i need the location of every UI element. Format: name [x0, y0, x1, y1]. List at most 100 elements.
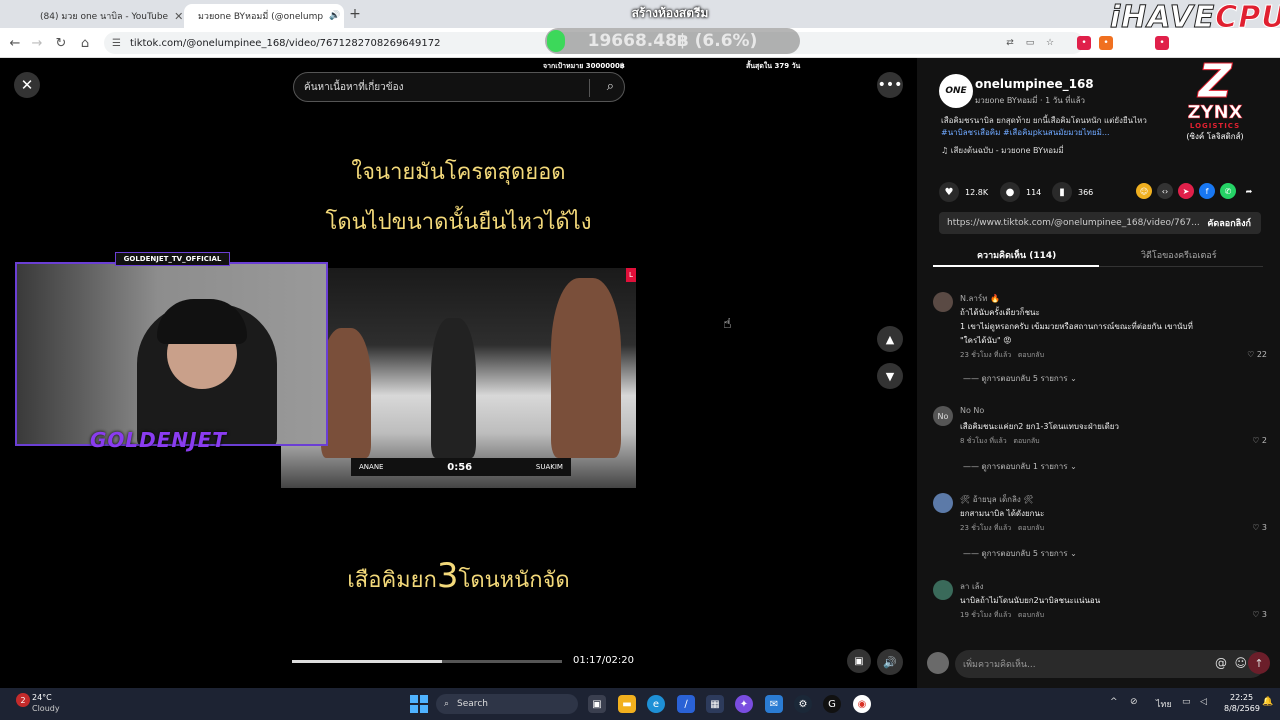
view-replies-button[interactable]: —— ดูการตอบกลับ 5 รายการ ⌄ [963, 372, 1077, 385]
app-g-icon[interactable]: G [823, 695, 841, 713]
new-tab-button[interactable]: + [346, 5, 364, 23]
comment-like[interactable]: ♡ 2 [1252, 436, 1267, 445]
video-caption-3: เสือคิมยก3โดนหนักจัด [281, 556, 636, 597]
save-button[interactable]: ▮ 366 [1052, 182, 1093, 202]
close-tab-icon[interactable]: ✕ [174, 10, 183, 23]
related-search-input[interactable]: ค้นหาเนื้อหาที่เกี่ยวข้อง ⌕ [293, 72, 625, 102]
facebook-icon[interactable]: f [1199, 183, 1215, 199]
home-icon[interactable]: ⌂ [76, 34, 94, 52]
author-avatar[interactable]: ONE [939, 74, 973, 108]
store-icon[interactable]: ▦ [706, 695, 724, 713]
comment-avatar[interactable] [933, 493, 953, 513]
more-options-icon[interactable]: ••• [877, 72, 903, 98]
reply-button[interactable]: ตอบกลับ [1018, 351, 1044, 359]
comment-like[interactable]: ♡ 22 [1247, 350, 1267, 359]
comment-avatar[interactable] [933, 580, 953, 600]
comment-user[interactable]: N.ลาร์ท 🔥 [960, 292, 1000, 305]
video-caption-2: โดนไปขนาดนั้นยืนไหวได้ไง [325, 210, 592, 235]
notifications-icon[interactable]: 🔔 [1262, 697, 1273, 707]
tab-comments[interactable]: ความคิดเห็น (114) [977, 248, 1056, 262]
share-icon[interactable]: ➦ [1241, 183, 1257, 199]
bookmark-star-icon[interactable]: ☆ [1043, 36, 1057, 50]
wifi-icon[interactable]: ▭ [1182, 697, 1191, 707]
tray-overflow-icon[interactable]: ^ [1110, 697, 1118, 707]
comment-like[interactable]: ♡ 3 [1252, 523, 1267, 532]
reply-button[interactable]: ตอบกลับ [1018, 524, 1044, 532]
forward-icon[interactable]: → [28, 34, 46, 52]
weather-description[interactable]: Cloudy [32, 704, 60, 713]
site-info-icon[interactable]: ☰ [112, 38, 121, 49]
video-player[interactable]: จากเป้าหมาย 3000000฿ ค้นหาเนื้อหาที่เกี่… [281, 60, 636, 688]
reply-button[interactable]: ตอบกลับ [1018, 611, 1044, 619]
video-progress-bar[interactable] [292, 660, 562, 663]
comment-like[interactable]: ♡ 3 [1252, 610, 1267, 619]
tab-active-indicator [933, 265, 1099, 267]
my-avatar[interactable] [927, 652, 949, 674]
weather-badge[interactable]: 2 [16, 693, 30, 707]
floating-player-icon[interactable]: ▣ [847, 649, 871, 673]
view-replies-button[interactable]: —— ดูการตอบกลับ 5 รายการ ⌄ [963, 547, 1077, 560]
coin-icon[interactable]: ☺ [1136, 183, 1152, 199]
reload-icon[interactable]: ↻ [52, 34, 70, 52]
comment-item: 🛠 อ้ายบุล เด็กลิง 🛠 ยกสามนาบิล ได้ดังยกน… [933, 493, 1273, 563]
sponsor-mark: Z [1198, 54, 1232, 108]
comment-user[interactable]: ลา เล้ง [960, 580, 983, 593]
comment-user[interactable]: 🛠 อ้ายบุล เด็กลิง 🛠 [960, 493, 1034, 506]
next-video-button[interactable]: ▼ [877, 363, 903, 389]
emoji-icon[interactable]: ☺ [1234, 656, 1247, 670]
extension-icon[interactable]: • [1077, 36, 1091, 50]
bookmark-icon: ▮ [1052, 182, 1072, 202]
post-comment-button[interactable]: ↑ [1248, 652, 1270, 674]
comment-count: 114 [1026, 187, 1042, 197]
start-button[interactable] [410, 695, 428, 713]
task-view-icon[interactable]: ▣ [588, 695, 606, 713]
mention-icon[interactable]: @ [1215, 656, 1227, 670]
clock-date[interactable]: 8/8/2569 [1224, 704, 1260, 713]
translate-icon[interactable]: ⇄ [1003, 36, 1017, 50]
search-icon[interactable]: ⌕ [607, 79, 614, 94]
edge-icon[interactable]: e [647, 695, 665, 713]
chrome-icon[interactable]: ◉ [853, 695, 871, 713]
tab-audio-icon[interactable]: 🔊 [329, 11, 340, 21]
app-icon[interactable]: ∕ [677, 695, 695, 713]
music-link[interactable]: ♫ เสียงต้นฉบับ - มวยone BYหอมมี่ [941, 144, 1064, 157]
file-explorer-icon[interactable]: ▬ [618, 695, 636, 713]
scorebug-left-name: ANANE [359, 463, 384, 471]
previous-video-button[interactable]: ▲ [877, 326, 903, 352]
comment-input[interactable]: เพิ่มความคิดเห็น... @ ☺ [955, 650, 1265, 678]
reply-button[interactable]: ตอบกลับ [1013, 437, 1039, 445]
caption-3-num: 3 [436, 556, 459, 596]
weather-temperature[interactable]: 24°C [32, 693, 52, 702]
cast-icon[interactable]: ▭ [1023, 36, 1037, 50]
whatsapp-icon[interactable]: ✆ [1220, 183, 1236, 199]
tab-creator-videos[interactable]: วิดีโอของครีเอเตอร์ [1141, 248, 1217, 262]
comment-meta: 8 ชั่วโมง ที่แล้ว ตอบกลับ [960, 436, 1040, 447]
copilot-icon[interactable]: ✦ [735, 695, 753, 713]
taskbar-search[interactable]: ⌕ Search [436, 694, 578, 714]
speaker-icon[interactable]: ◁ [1200, 697, 1207, 707]
network-off-icon[interactable]: ⊘ [1130, 697, 1138, 707]
comment-avatar[interactable] [933, 292, 953, 312]
comment-avatar[interactable]: No [933, 406, 953, 426]
copy-link-button[interactable]: คัดลอกลิงก์ [1207, 216, 1251, 230]
comment-text: ยกสามนาบิล ได้ดังยกนะ [960, 509, 1045, 518]
volume-icon[interactable]: 🔊 [877, 649, 903, 675]
clock-time[interactable]: 22:25 [1230, 693, 1253, 702]
comment-user[interactable]: No No [960, 406, 984, 415]
author-name[interactable]: onelumpinee_168 [975, 77, 1094, 91]
tab-tiktok[interactable]: มวยone BYหอมมี่ (@onelump 🔊 ✕ [184, 4, 344, 28]
like-button[interactable]: ♥ 12.8K [939, 182, 988, 202]
back-icon[interactable]: ← [6, 34, 24, 52]
tab-youtube[interactable]: (84) มวย one นาบิล - YouTube ✕ [26, 4, 184, 28]
close-video-button[interactable]: ✕ [14, 72, 40, 98]
send-icon[interactable]: ➤ [1178, 183, 1194, 199]
tab-title: มวยone BYหอมมี่ (@onelump [198, 12, 324, 22]
outlook-icon[interactable]: ✉ [765, 695, 783, 713]
steam-icon[interactable]: ⚙ [794, 695, 812, 713]
embed-icon[interactable]: ‹› [1157, 183, 1173, 199]
view-replies-button[interactable]: —— ดูการตอบกลับ 1 รายการ ⌄ [963, 460, 1077, 473]
comment-icon: ● [1000, 182, 1020, 202]
comment-button[interactable]: ● 114 [1000, 182, 1041, 202]
language-indicator[interactable]: ไทย [1156, 697, 1172, 711]
scorebug-clock: 0:56 [447, 461, 473, 473]
